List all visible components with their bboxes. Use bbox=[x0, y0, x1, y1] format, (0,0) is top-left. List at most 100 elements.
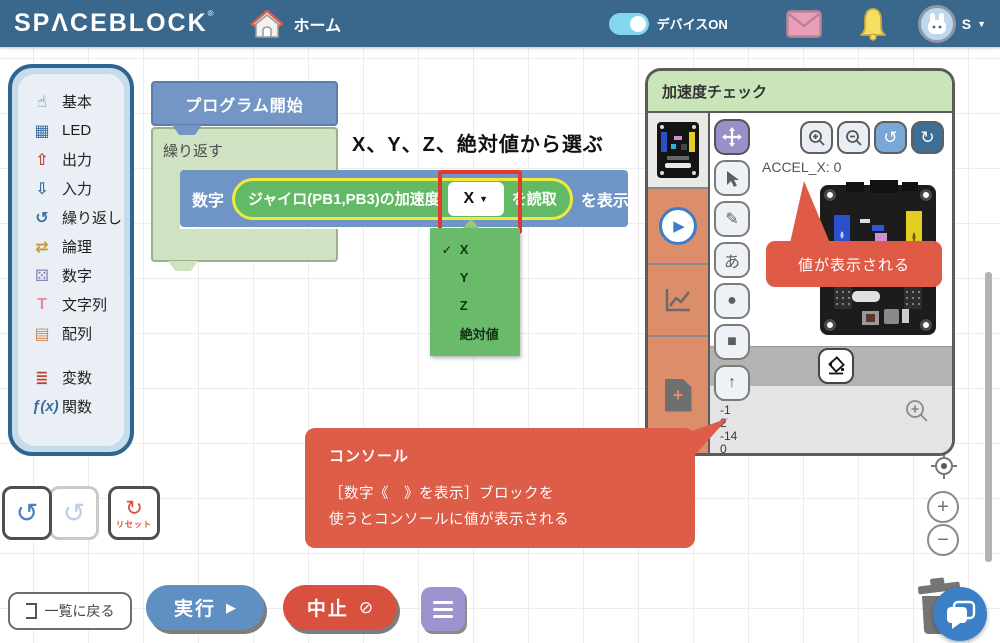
input-tray-icon: ⇩ bbox=[35, 180, 49, 198]
zoom-out-button[interactable] bbox=[837, 121, 870, 154]
play-button[interactable]: ▶ bbox=[659, 207, 697, 245]
thumbs-up-icon: ☝ bbox=[37, 93, 47, 111]
number-display-block[interactable]: 数字 ジャイロ(PB1,PB3)の加速度 X ▼ ✓ X Y Z 絶対値 を読取… bbox=[180, 169, 629, 356]
rotate-left-icon: ↺ bbox=[883, 127, 898, 147]
zoom-out-icon bbox=[845, 129, 862, 146]
chat-button[interactable] bbox=[933, 587, 987, 641]
user-initial: S bbox=[961, 15, 972, 32]
console-zoom-button[interactable] bbox=[904, 398, 930, 427]
registered-mark: ® bbox=[207, 9, 216, 18]
device-thumbnail[interactable] bbox=[648, 113, 708, 189]
rotate-right-button[interactable]: ↻ bbox=[911, 121, 944, 154]
output-tray-icon: ⇧ bbox=[35, 151, 49, 169]
rabbit-icon bbox=[927, 12, 946, 34]
device-toggle[interactable] bbox=[608, 12, 649, 35]
undo-button[interactable]: ↺ bbox=[2, 486, 52, 540]
logic-shuffle-icon: ⇄ bbox=[35, 238, 49, 256]
pen-tool-button[interactable]: ✎ bbox=[714, 201, 750, 237]
menu-button[interactable] bbox=[421, 587, 465, 631]
chevron-down-icon: ▼ bbox=[977, 18, 986, 29]
arrow-up-icon: ↑ bbox=[728, 374, 736, 391]
hamburger-icon bbox=[433, 600, 453, 604]
loop-arrows-icon: ↺ bbox=[35, 209, 49, 227]
plus-icon: + bbox=[937, 495, 949, 518]
vertical-scrollbar[interactable] bbox=[985, 272, 992, 562]
sidebar-item-logic[interactable]: ⇄ 論理 bbox=[32, 232, 124, 261]
sidebar-item-string[interactable]: T 文字列 bbox=[32, 290, 124, 319]
sidebar-item-number[interactable]: ⚄ 数字 bbox=[32, 261, 124, 290]
sidebar-item-input[interactable]: ⇩ 入力 bbox=[32, 174, 124, 203]
circle-tool-button[interactable]: ● bbox=[714, 283, 750, 319]
check-icon: ✓ bbox=[441, 242, 452, 257]
panel-left-rail: ▶ + bbox=[648, 113, 710, 453]
line-chart-icon bbox=[665, 289, 691, 312]
zoom-in-button[interactable] bbox=[800, 121, 833, 154]
dropdown-option-y[interactable]: Y bbox=[430, 264, 520, 292]
history-controls: ↺ ↺ ↻ リセット bbox=[2, 486, 160, 540]
panel-title: 加速度チェック bbox=[648, 71, 952, 113]
fill-tool-button[interactable] bbox=[818, 348, 854, 384]
program-start-block[interactable]: プログラム開始 bbox=[151, 81, 338, 126]
block-palette-inner: ☝ 基本 ▦ LED ⇧ 出力 ⇩ 入力 ↺ 繰り返し ⇄ 論理 ⚄ 数字 T bbox=[18, 74, 124, 446]
sidebar-item-function[interactable]: ƒ(x) 関数 bbox=[32, 392, 124, 421]
minus-icon: − bbox=[937, 528, 949, 551]
text-tool-icon: あ bbox=[723, 254, 740, 271]
value-callout-pointer bbox=[790, 181, 830, 243]
notification-bell-button[interactable] bbox=[858, 7, 888, 41]
dropdown-option-abs[interactable]: 絶対値 bbox=[430, 320, 520, 348]
simulator-canvas[interactable]: ✎ あ ● ■ ↑ ↺ ↻ ACCEL_X: 0 値が表示される -1 -14 … bbox=[710, 113, 952, 453]
console-line: -14 bbox=[720, 429, 738, 443]
raise-tool-button[interactable]: ↑ bbox=[714, 365, 750, 401]
device-toggle-group: デバイスON bbox=[608, 12, 728, 35]
sidebar-item-loop[interactable]: ↺ 繰り返し bbox=[32, 203, 124, 232]
avatar bbox=[917, 4, 956, 43]
zoom-in-icon bbox=[808, 129, 825, 146]
back-to-list-button[interactable]: 一覧に戻る bbox=[8, 592, 132, 630]
dropdown-option-z[interactable]: Z bbox=[430, 292, 520, 320]
sidebar-item-output[interactable]: ⇧ 出力 bbox=[32, 145, 124, 174]
chart-button[interactable] bbox=[648, 265, 708, 337]
array-list-icon: ▤ bbox=[34, 325, 50, 343]
led-matrix-icon: ▦ bbox=[34, 122, 50, 140]
run-button[interactable]: 実行 ▶ bbox=[146, 585, 264, 630]
block-palette: ☝ 基本 ▦ LED ⇧ 出力 ⇩ 入力 ↺ 繰り返し ⇄ 論理 ⚄ 数字 T bbox=[8, 64, 134, 456]
reset-button[interactable]: ↻ リセット bbox=[108, 486, 160, 540]
axis-dropdown[interactable]: X ▼ ✓ X Y Z 絶対値 bbox=[429, 169, 522, 356]
device-toggle-label: デバイスON bbox=[656, 17, 728, 32]
sidebar-item-array[interactable]: ▤ 配列 bbox=[32, 319, 124, 348]
paint-bucket-icon bbox=[828, 356, 845, 375]
home-icon bbox=[250, 9, 284, 39]
square-icon: ■ bbox=[727, 333, 737, 350]
redo-icon: ↺ bbox=[62, 497, 86, 528]
move-tool-button[interactable] bbox=[714, 119, 750, 155]
mail-button[interactable] bbox=[785, 9, 822, 38]
zoom-in-circle-button[interactable]: + bbox=[927, 491, 959, 523]
dropdown-option-x[interactable]: ✓ X bbox=[430, 236, 520, 264]
gyro-accel-block[interactable]: ジャイロ(PB1,PB3)の加速度 X ▼ ✓ X Y Z 絶対値 を読取 bbox=[232, 169, 573, 356]
play-cell: ▶ bbox=[648, 189, 708, 265]
select-tool-button[interactable] bbox=[714, 160, 750, 196]
console-callout-title: コンソール bbox=[329, 448, 410, 465]
console-callout-line1: ［数字《 》を表示］ブロックを bbox=[329, 486, 554, 502]
play-icon: ▶ bbox=[673, 218, 685, 235]
home-button[interactable]: ホーム bbox=[250, 9, 341, 39]
stop-button[interactable]: 中止 ⊘ bbox=[283, 585, 397, 630]
sidebar-item-basic[interactable]: ☝ 基本 bbox=[32, 87, 124, 116]
rotate-left-button[interactable]: ↺ bbox=[874, 121, 907, 154]
zoom-out-circle-button[interactable]: − bbox=[927, 524, 959, 556]
center-view-button[interactable] bbox=[929, 451, 959, 486]
sidebar-item-variable[interactable]: ≣ 変数 bbox=[32, 363, 124, 392]
text-tool-button[interactable]: あ bbox=[714, 242, 750, 278]
function-fx-icon: ƒ(x) bbox=[32, 398, 59, 415]
console-callout-line2: 使うとコンソールに値が表示される bbox=[329, 512, 569, 528]
circle-icon: ● bbox=[727, 292, 737, 309]
panel-body: ▶ + ✎ あ ● ■ ↑ ↺ ↻ ACCEL_X: 0 値が表示される -1 … bbox=[648, 113, 952, 453]
sidebar-item-led[interactable]: ▦ LED bbox=[32, 116, 124, 145]
toggle-knob bbox=[629, 15, 646, 32]
console-line: 0 bbox=[720, 442, 727, 456]
redo-button[interactable]: ↺ bbox=[49, 486, 99, 540]
pen-icon: ✎ bbox=[725, 211, 739, 228]
user-menu[interactable]: S ▼ bbox=[917, 4, 986, 43]
square-tool-button[interactable]: ■ bbox=[714, 324, 750, 360]
number-dice-icon: ⚄ bbox=[35, 267, 49, 285]
